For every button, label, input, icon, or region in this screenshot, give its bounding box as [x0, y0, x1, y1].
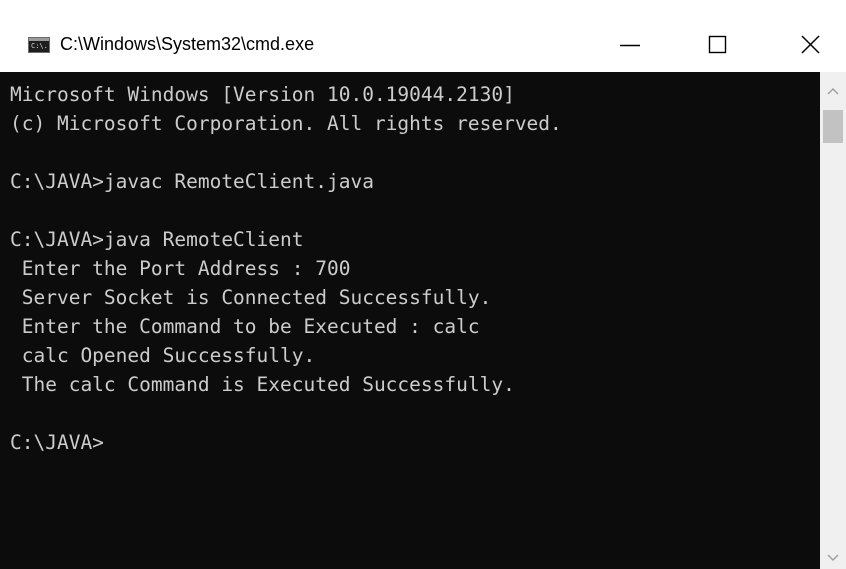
scroll-down-button[interactable]	[820, 545, 846, 569]
maximize-button[interactable]	[685, 23, 749, 67]
cmd-icon[interactable]: C:\.	[28, 37, 50, 53]
minimize-button[interactable]	[595, 23, 659, 67]
console-line: C:\JAVA>javac RemoteClient.java	[10, 170, 374, 193]
title-bar[interactable]: C:\. C:\Windows\System32\cmd.exe	[0, 0, 846, 72]
console-line: C:\JAVA>	[10, 431, 104, 454]
cmd-window: C:\. C:\Windows\System32\cmd.exe Microso…	[0, 0, 846, 569]
console-line: Enter the Port Address : 700	[10, 257, 351, 280]
minimize-icon	[620, 44, 640, 47]
console-line: Microsoft Windows [Version 10.0.19044.21…	[10, 83, 515, 106]
cmd-icon-label: C:\.	[31, 42, 48, 50]
chevron-down-icon	[827, 554, 839, 562]
console-line: Enter the Command to be Executed : calc	[10, 315, 480, 338]
vertical-scrollbar[interactable]	[820, 72, 846, 569]
chevron-up-icon	[827, 87, 839, 95]
console-line: Server Socket is Connected Successfully.	[10, 286, 492, 309]
console-line: C:\JAVA>java RemoteClient	[10, 228, 304, 251]
console-line: The calc Command is Executed Successfull…	[10, 373, 515, 396]
console-output[interactable]: Microsoft Windows [Version 10.0.19044.21…	[10, 80, 815, 566]
scroll-up-button[interactable]	[820, 78, 846, 104]
maximize-icon	[708, 35, 727, 54]
console-line: (c) Microsoft Corporation. All rights re…	[10, 112, 562, 135]
window-title: C:\Windows\System32\cmd.exe	[60, 34, 315, 54]
close-button[interactable]	[774, 23, 838, 67]
console-line: calc Opened Successfully.	[10, 344, 316, 367]
scroll-thumb[interactable]	[823, 110, 843, 143]
close-icon	[801, 35, 820, 54]
